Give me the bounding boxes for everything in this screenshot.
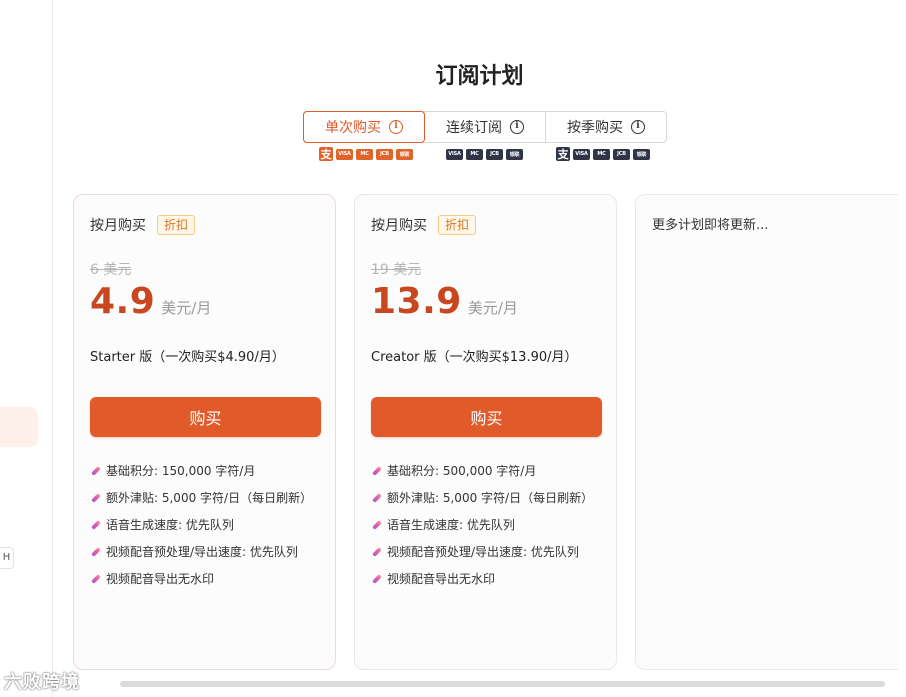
pen-icon: [371, 466, 381, 476]
price-unit: 美元/月: [161, 299, 212, 317]
alipay-icon: 支: [319, 147, 333, 161]
info-icon[interactable]: i: [631, 120, 645, 134]
pen-icon: [371, 547, 381, 557]
tab-label: 单次购买: [325, 120, 381, 136]
info-icon[interactable]: i: [510, 120, 524, 134]
visa-icon: VISA: [573, 148, 590, 160]
pen-icon: [90, 493, 100, 503]
plan-type-label: 按月购买: [371, 218, 427, 234]
pen-icon: [371, 574, 381, 584]
plan-price: 4.9: [90, 281, 156, 322]
pen-icon: [90, 466, 100, 476]
tab-label: 按季购买: [567, 120, 623, 136]
mastercard-icon: MC: [356, 148, 373, 160]
plan-price: 13.9: [371, 281, 462, 322]
unionpay-icon: 银联: [506, 148, 523, 160]
sidebar-active-item[interactable]: [0, 407, 38, 447]
purchase-mode-tabs: 单次购买 i 连续订阅 i 按季购买 i: [303, 111, 667, 143]
feature-item: 额外津贴: 5,000 字符/日（每日刷新）: [371, 484, 593, 511]
plan-type-label: 按月购买: [90, 218, 146, 234]
visa-icon: VISA: [446, 148, 463, 160]
more-plans-text: 更多计划即将更新...: [652, 218, 769, 233]
sidebar: H: [0, 0, 53, 697]
sidebar-collapsed-chip[interactable]: H: [0, 547, 14, 569]
feature-item: 视频配音预处理/导出速度: 优先队列: [90, 538, 312, 565]
feature-text: 额外津贴: 5,000 字符/日（每日刷新）: [387, 491, 594, 505]
tab-single-purchase[interactable]: 单次购买 i: [303, 111, 425, 143]
jcb-icon: JCB: [486, 148, 503, 160]
tab-quarterly-purchase[interactable]: 按季购买 i: [546, 112, 666, 142]
feature-text: 语音生成速度: 优先队列: [387, 518, 515, 532]
feature-text: 语音生成速度: 优先队列: [106, 518, 234, 532]
pen-icon: [90, 574, 100, 584]
feature-text: 基础积分: 150,000 字符/月: [106, 464, 256, 478]
horizontal-scrollbar[interactable]: [120, 681, 885, 687]
page-title: 订阅计划: [435, 64, 524, 89]
price-line: 13.9 美元/月: [371, 281, 518, 322]
feature-list: 基础积分: 150,000 字符/月 额外津贴: 5,000 字符/日（每日刷新…: [90, 457, 312, 592]
feature-text: 视频配音导出无水印: [106, 572, 215, 586]
feature-item: 基础积分: 150,000 字符/月: [90, 457, 312, 484]
feature-text: 视频配音预处理/导出速度: 优先队列: [387, 545, 579, 559]
alipay-icon: 支: [556, 147, 570, 161]
tab-subscription[interactable]: 连续订阅 i: [425, 112, 546, 142]
original-price: 19 美元: [371, 262, 422, 278]
feature-item: 基础积分: 500,000 字符/月: [371, 457, 593, 484]
pen-icon: [90, 547, 100, 557]
pen-icon: [371, 520, 381, 530]
info-icon[interactable]: i: [389, 120, 403, 134]
feature-text: 视频配音预处理/导出速度: 优先队列: [106, 545, 298, 559]
payment-methods-single: 支 VISA MC JCB 银联: [319, 147, 413, 161]
pen-icon: [90, 520, 100, 530]
visa-icon: VISA: [336, 148, 353, 160]
feature-item: 视频配音导出无水印: [90, 565, 312, 592]
buy-button-creator[interactable]: 购买: [371, 397, 602, 437]
mastercard-icon: MC: [466, 148, 483, 160]
feature-item: 额外津贴: 5,000 字符/日（每日刷新）: [90, 484, 312, 511]
discount-badge: 折扣: [157, 215, 196, 235]
payment-methods-quarterly: 支 VISA MC JCB 银联: [556, 147, 650, 161]
original-price: 6 美元: [90, 262, 132, 278]
feature-text: 视频配音导出无水印: [387, 572, 496, 586]
plan-description: Creator 版（一次购买$13.90/月）: [371, 350, 578, 365]
tab-label: 连续订阅: [446, 120, 502, 136]
buy-button-starter[interactable]: 购买: [90, 397, 321, 437]
feature-item: 视频配音导出无水印: [371, 565, 593, 592]
price-line: 4.9 美元/月: [90, 281, 211, 322]
payment-methods-subscription: VISA MC JCB 银联: [446, 147, 523, 161]
watermark-logo: 六败跨境: [4, 672, 80, 693]
plan-header: 按月购买 折扣: [371, 215, 477, 235]
feature-item: 语音生成速度: 优先队列: [90, 511, 312, 538]
discount-badge: 折扣: [438, 215, 477, 235]
unionpay-icon: 银联: [396, 148, 413, 160]
jcb-icon: JCB: [376, 148, 393, 160]
plan-card-starter: 按月购买 折扣 6 美元 4.9 美元/月 Starter 版（一次购买$4.9…: [73, 194, 336, 670]
plan-card-creator: 按月购买 折扣 19 美元 13.9 美元/月 Creator 版（一次购买$1…: [354, 194, 617, 670]
mastercard-icon: MC: [593, 148, 610, 160]
pen-icon: [371, 493, 381, 503]
feature-item: 语音生成速度: 优先队列: [371, 511, 593, 538]
plan-header: 按月购买 折扣: [90, 215, 196, 235]
unionpay-icon: 银联: [633, 148, 650, 160]
feature-text: 额外津贴: 5,000 字符/日（每日刷新）: [106, 491, 313, 505]
more-plans-card: 更多计划即将更新...: [635, 194, 898, 670]
feature-list: 基础积分: 500,000 字符/月 额外津贴: 5,000 字符/日（每日刷新…: [371, 457, 593, 592]
jcb-icon: JCB: [613, 148, 630, 160]
feature-text: 基础积分: 500,000 字符/月: [387, 464, 537, 478]
price-unit: 美元/月: [467, 299, 518, 317]
feature-item: 视频配音预处理/导出速度: 优先队列: [371, 538, 593, 565]
plan-description: Starter 版（一次购买$4.90/月）: [90, 350, 285, 365]
